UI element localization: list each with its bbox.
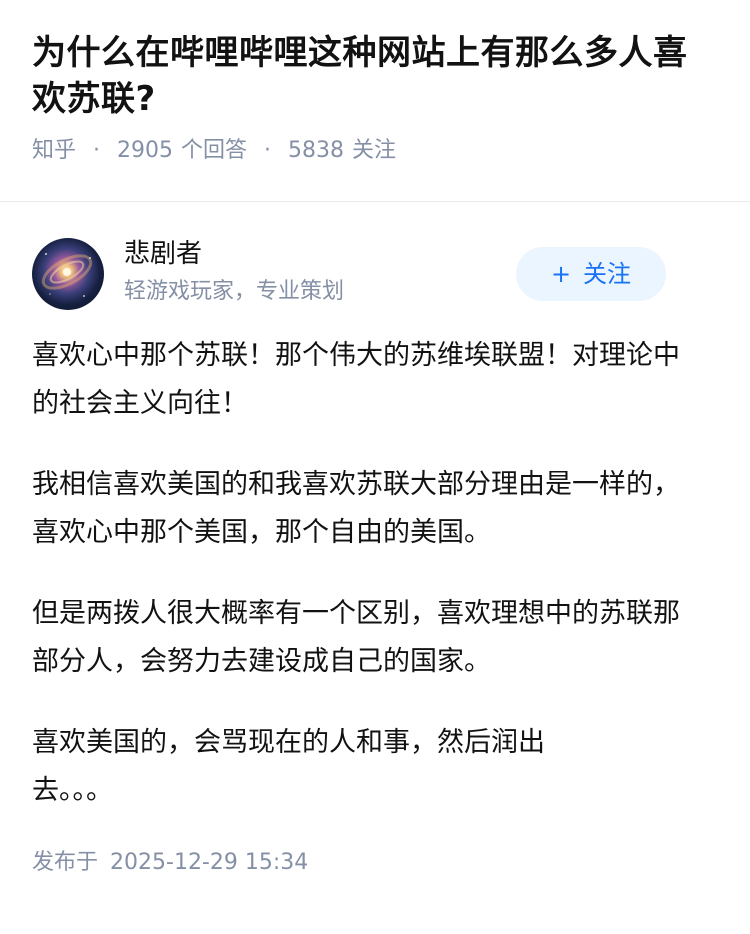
author-info: 悲剧者 轻游戏玩家，专业策划 <box>124 236 344 309</box>
author-bio: 轻游戏玩家，专业策划 <box>124 279 345 304</box>
question-title[interactable]: 为什么在哔哩哔哩这种网站上有那么多人喜欢苏联? <box>32 30 718 122</box>
question-meta: 知乎 · 2905 个回答 · 5838 关注 <box>32 136 718 166</box>
publish-label: 发布于 <box>32 850 99 875</box>
follow-count: 5838 <box>288 138 345 163</box>
answer-paragraph: 喜欢美国的，会骂现在的人和事，然后润出去。。。 <box>32 727 545 806</box>
answer-count-label: 个回答 <box>181 138 248 163</box>
answer-paragraph: 但是两拨人很大概率有一个区别，喜欢理想中的苏联那部分人，会努力去建设成自己的国家… <box>32 598 680 677</box>
galaxy-avatar-icon <box>41 253 93 297</box>
answer-paragraph: 喜欢心中那个苏联！那个伟大的苏维埃联盟！对理论中的社会主义向往！ <box>32 340 680 419</box>
publish-time: 发布于 2025-12-29 15:34 <box>32 848 718 878</box>
follow-button-label: 关注 <box>583 260 632 288</box>
answer-count: 2905 <box>117 138 174 163</box>
publish-timestamp: 2025-12-29 15:34 <box>110 850 309 875</box>
answer-paragraph: 我相信喜欢美国的和我喜欢苏联大部分理由是一样的，喜欢心中那个美国，那个自由的美国… <box>32 469 680 548</box>
avatar[interactable] <box>32 238 104 310</box>
author-row: 悲剧者 轻游戏玩家，专业策划 + 关注 <box>32 202 718 332</box>
answer-card: 悲剧者 轻游戏玩家，专业策划 + 关注 喜欢心中那个苏联！那个伟大的苏维埃联盟！对… <box>0 202 750 878</box>
meta-separator: · <box>264 138 272 163</box>
follow-count-label: 关注 <box>352 138 397 163</box>
answer-body: 喜欢心中那个苏联！那个伟大的苏维埃联盟！对理论中的社会主义向往！ 我相信喜欢美国… <box>32 332 718 815</box>
author-name[interactable]: 悲剧者 <box>124 236 344 272</box>
question-header: 为什么在哔哩哔哩这种网站上有那么多人喜欢苏联? 知乎 · 2905 个回答 · 5… <box>0 0 750 170</box>
follow-button[interactable]: + 关注 <box>516 247 666 301</box>
source-label[interactable]: 知乎 <box>32 138 76 163</box>
meta-separator: · <box>93 138 101 163</box>
plus-icon: + <box>550 260 572 288</box>
